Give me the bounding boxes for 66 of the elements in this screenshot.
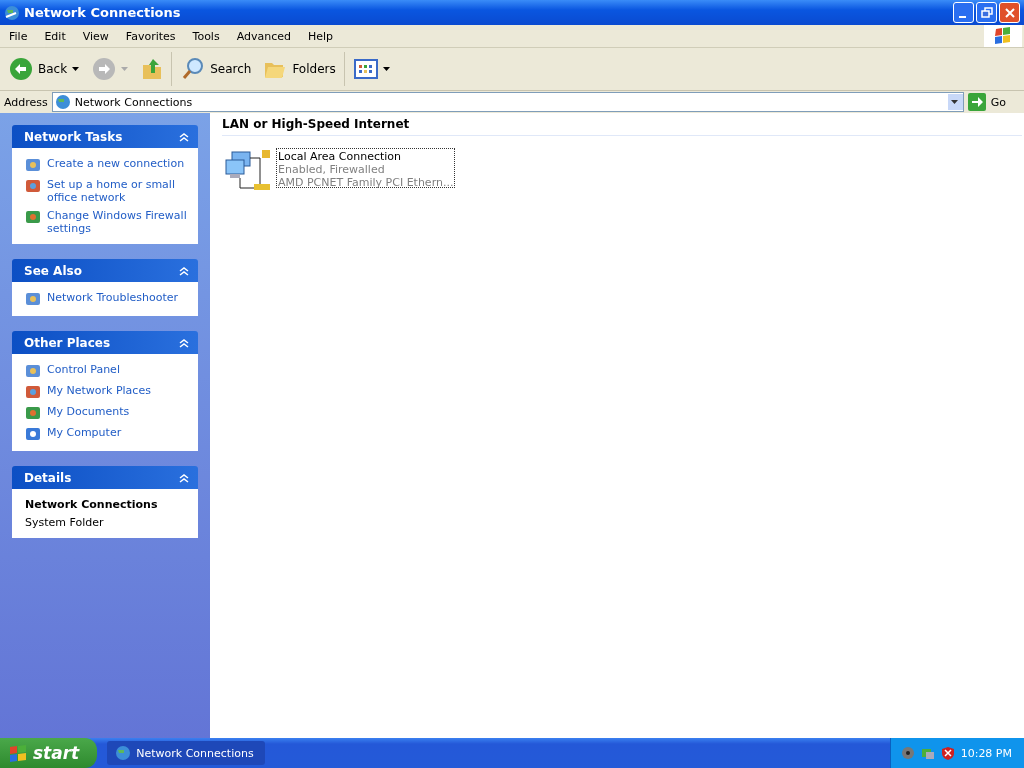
details-type: System Folder — [25, 516, 105, 529]
restore-button[interactable] — [976, 2, 997, 23]
search-button[interactable]: Search — [178, 52, 255, 86]
task-icon — [25, 209, 41, 225]
menu-item[interactable]: Tools — [183, 29, 228, 43]
task-icon — [25, 426, 41, 442]
address-label: Address — [4, 95, 48, 109]
panel-header[interactable]: See Also — [12, 259, 198, 282]
clock: 10:28 PM — [960, 746, 1012, 760]
caret-icon — [382, 66, 391, 72]
shield-icon[interactable] — [940, 746, 955, 760]
caret-icon — [121, 66, 130, 72]
collapse-chevron-icon — [179, 472, 189, 483]
details-name: Network Connections — [25, 498, 159, 511]
caret-icon — [72, 66, 81, 72]
collapse-chevron-icon — [179, 265, 189, 276]
restore-icon — [980, 6, 993, 19]
taskbar-button[interactable]: Network Connections — [107, 741, 266, 765]
task-link[interactable]: My Network Places — [47, 384, 151, 397]
search-icon — [181, 57, 206, 81]
speaker-icon[interactable] — [900, 746, 915, 760]
task-link[interactable]: Network Troubleshooter — [47, 291, 179, 304]
task-link[interactable]: Create a new connection — [47, 157, 185, 170]
collapse-chevron-icon — [179, 337, 189, 348]
task-link[interactable]: My Computer — [47, 426, 122, 439]
start-button[interactable]: start — [0, 738, 98, 768]
task-link[interactable]: Control Panel — [47, 363, 120, 376]
panel-header[interactable]: Details — [12, 466, 198, 489]
windows-flag-icon — [984, 25, 1022, 47]
panel-header[interactable]: Other Places — [12, 331, 198, 354]
task-link[interactable]: My Documents — [47, 405, 130, 418]
address-field[interactable]: Network Connections — [51, 92, 964, 112]
menu-item[interactable]: Favorites — [116, 29, 184, 43]
go-button[interactable]: Go — [967, 93, 1020, 111]
minimize-icon — [958, 15, 966, 18]
network-globe-icon — [54, 94, 71, 110]
folder-up-icon — [141, 57, 164, 81]
network-globe-icon — [115, 745, 132, 761]
windows-flag-icon — [8, 744, 28, 762]
menu-item[interactable]: Edit — [35, 29, 74, 43]
caret-icon — [951, 99, 960, 105]
task-link[interactable]: Change Windows Firewall settings — [47, 209, 187, 235]
dropdown-button[interactable] — [947, 94, 963, 110]
menu-item[interactable]: Advanced — [227, 29, 299, 43]
task-icon — [25, 384, 41, 400]
group-heading: LAN or High-Speed Internet — [222, 117, 1022, 136]
menu-item[interactable]: View — [73, 29, 117, 43]
connection-label[interactable]: Local Area Connection Enabled, Firewalled AMD PCNET Family PCI Ethern... — [276, 148, 456, 188]
folders-button[interactable]: Folders — [260, 52, 345, 86]
close-icon — [1003, 6, 1016, 19]
views-grid-icon — [353, 59, 378, 79]
task-icon — [25, 363, 41, 379]
task-icon — [25, 291, 41, 307]
collapse-chevron-icon — [179, 131, 189, 142]
back-button[interactable]: Back — [6, 52, 84, 86]
menu-item[interactable]: File — [0, 29, 36, 43]
task-link[interactable]: Set up a home or small office network — [47, 178, 187, 204]
close-button[interactable] — [999, 2, 1020, 23]
task-icon — [25, 405, 41, 421]
panel-header[interactable]: Network Tasks — [12, 125, 198, 148]
minimize-button[interactable] — [953, 2, 974, 23]
task-icon — [25, 178, 41, 194]
window-title: Network Connections — [24, 5, 182, 20]
menu-item[interactable]: Help — [299, 29, 342, 43]
network-globe-icon — [4, 4, 20, 21]
task-icon — [25, 157, 41, 173]
